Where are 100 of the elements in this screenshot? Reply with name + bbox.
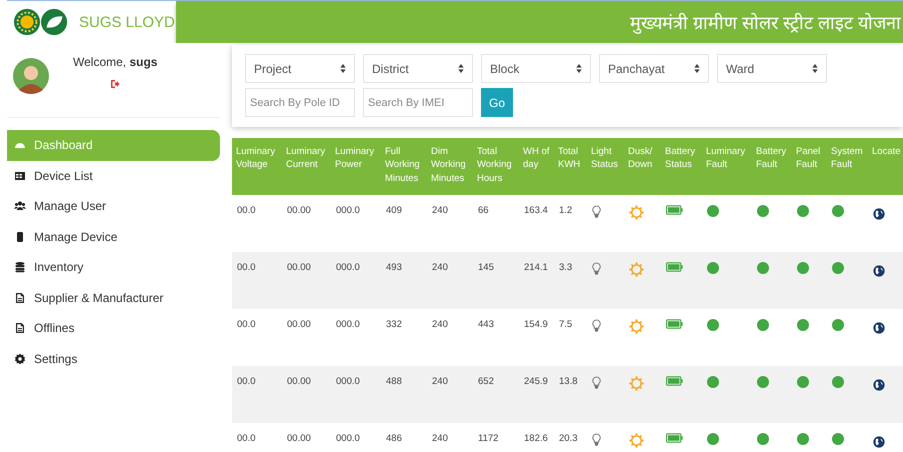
table-cell: 00.00 bbox=[287, 205, 311, 216]
table-cell: 000.0 bbox=[336, 262, 360, 273]
table-cell: 3.3 bbox=[559, 262, 572, 273]
document-icon bbox=[14, 322, 26, 334]
table-cell: 00.0 bbox=[237, 319, 256, 330]
table-cell: 332 bbox=[386, 319, 402, 330]
database-icon bbox=[14, 261, 26, 274]
sort-arrows-icon bbox=[340, 64, 346, 73]
globe-icon[interactable] bbox=[873, 436, 885, 448]
column-header: Full Working Minutes bbox=[385, 146, 420, 184]
table-cell: 493 bbox=[386, 262, 402, 273]
battery-icon bbox=[666, 319, 683, 329]
globe-icon[interactable] bbox=[873, 265, 885, 277]
table-cell: 1.2 bbox=[559, 205, 572, 216]
sun-icon bbox=[629, 433, 644, 448]
column-header: Battery Status bbox=[665, 146, 696, 170]
table-cell: 000.0 bbox=[336, 205, 360, 216]
table-cell: 000.0 bbox=[336, 319, 360, 330]
battery-icon bbox=[666, 433, 683, 443]
dropdown[interactable]: Block bbox=[481, 54, 591, 83]
sort-arrows-icon bbox=[694, 64, 700, 73]
table-cell: 182.6 bbox=[524, 433, 548, 444]
sidebar-item[interactable]: Inventory bbox=[7, 252, 220, 282]
lightbulb-icon bbox=[592, 376, 601, 389]
sidebar-item[interactable]: Device List bbox=[7, 160, 220, 191]
sidebar-item[interactable]: Manage Device bbox=[7, 222, 220, 252]
column-header: Dusk/ Down bbox=[628, 146, 652, 170]
table-cell: 00.00 bbox=[287, 319, 311, 330]
table-cell: 443 bbox=[478, 319, 494, 330]
table-cell: 245.9 bbox=[524, 376, 548, 387]
table-cell: 1172 bbox=[478, 433, 498, 444]
column-header: Total Working Hours bbox=[477, 146, 512, 184]
sort-arrows-icon bbox=[576, 64, 582, 73]
lightbulb-icon bbox=[592, 205, 601, 218]
table-cell: 66 bbox=[478, 205, 489, 216]
table-cell: 163.4 bbox=[524, 205, 548, 216]
table-cell: 13.8 bbox=[559, 376, 578, 387]
column-header: Locate bbox=[872, 146, 901, 157]
lightbulb-icon bbox=[592, 433, 601, 446]
column-header: Luminary Voltage bbox=[236, 146, 276, 170]
sun-icon bbox=[629, 319, 644, 334]
table-cell: 00.0 bbox=[237, 205, 256, 216]
sidebar-item[interactable]: Supplier & Manufacturer bbox=[7, 282, 220, 313]
table-cell: 00.0 bbox=[237, 376, 256, 387]
sidebar-item[interactable]: Manage User bbox=[7, 191, 220, 222]
globe-icon[interactable] bbox=[873, 208, 885, 220]
settings-icon bbox=[14, 352, 26, 365]
battery-icon bbox=[666, 262, 683, 272]
table-cell: 214.1 bbox=[524, 262, 548, 273]
table-cell: 20.3 bbox=[559, 433, 578, 444]
table-cell: 652 bbox=[478, 376, 494, 387]
globe-icon[interactable] bbox=[873, 379, 885, 391]
welcome-text: Welcome, sugs bbox=[73, 55, 158, 69]
sun-icon bbox=[629, 262, 644, 277]
battery-icon bbox=[666, 376, 683, 386]
table-cell: 486 bbox=[386, 433, 402, 444]
dropdown[interactable]: Project bbox=[245, 54, 355, 83]
globe-icon[interactable] bbox=[873, 322, 885, 334]
table-cell: 145 bbox=[478, 262, 494, 273]
logo-icon bbox=[13, 8, 69, 36]
column-header: System Fault bbox=[831, 146, 863, 170]
brand-name: SUGS LLOYD bbox=[79, 14, 175, 30]
sun-icon bbox=[629, 376, 644, 391]
column-header: Luminary Fault bbox=[706, 146, 746, 170]
dropdown[interactable]: District bbox=[363, 54, 473, 83]
column-header: Dim Working Minutes bbox=[431, 146, 466, 184]
column-header: Panel Fault bbox=[796, 146, 820, 170]
table-cell: 240 bbox=[432, 205, 448, 216]
search-field[interactable]: Search By IMEI bbox=[363, 88, 473, 117]
sidebar-item[interactable]: Offlines bbox=[7, 313, 220, 344]
table-cell: 00.0 bbox=[237, 262, 256, 273]
sort-arrows-icon bbox=[812, 64, 818, 73]
table-cell: 00.00 bbox=[287, 262, 311, 273]
search-field[interactable]: Search By Pole ID bbox=[245, 88, 355, 117]
table-icon bbox=[14, 170, 26, 182]
document-icon bbox=[14, 292, 26, 304]
lightbulb-icon bbox=[592, 319, 601, 332]
table-cell: 154.9 bbox=[524, 319, 548, 330]
table-cell: 240 bbox=[432, 433, 448, 444]
table-cell: 00.00 bbox=[287, 376, 311, 387]
logout-icon[interactable] bbox=[110, 79, 120, 89]
table-cell: 240 bbox=[432, 262, 448, 273]
users-icon bbox=[14, 200, 26, 212]
dropdown[interactable]: Panchayat bbox=[599, 54, 709, 83]
column-header: Luminary Current bbox=[286, 146, 326, 170]
table-cell: 000.0 bbox=[336, 376, 360, 387]
sun-icon bbox=[629, 205, 644, 220]
table-cell: 7.5 bbox=[559, 319, 572, 330]
sidebar-item[interactable]: Settings bbox=[7, 344, 220, 374]
column-header: Light Status bbox=[591, 146, 618, 170]
sort-arrows-icon bbox=[458, 64, 464, 73]
table-cell: 488 bbox=[386, 376, 402, 387]
table-cell: 240 bbox=[432, 376, 448, 387]
page-title: मुख्यमंत्री ग्रामीण सोलर स्ट्रीट लाइट योजना bbox=[630, 12, 902, 34]
table-cell: 000.0 bbox=[336, 433, 360, 444]
column-header: Luminary Power bbox=[335, 146, 374, 170]
table-cell: 00.0 bbox=[237, 433, 256, 444]
phone-icon bbox=[14, 230, 26, 243]
column-header: Battery Fault bbox=[756, 146, 786, 170]
dropdown[interactable]: Ward bbox=[717, 54, 827, 83]
